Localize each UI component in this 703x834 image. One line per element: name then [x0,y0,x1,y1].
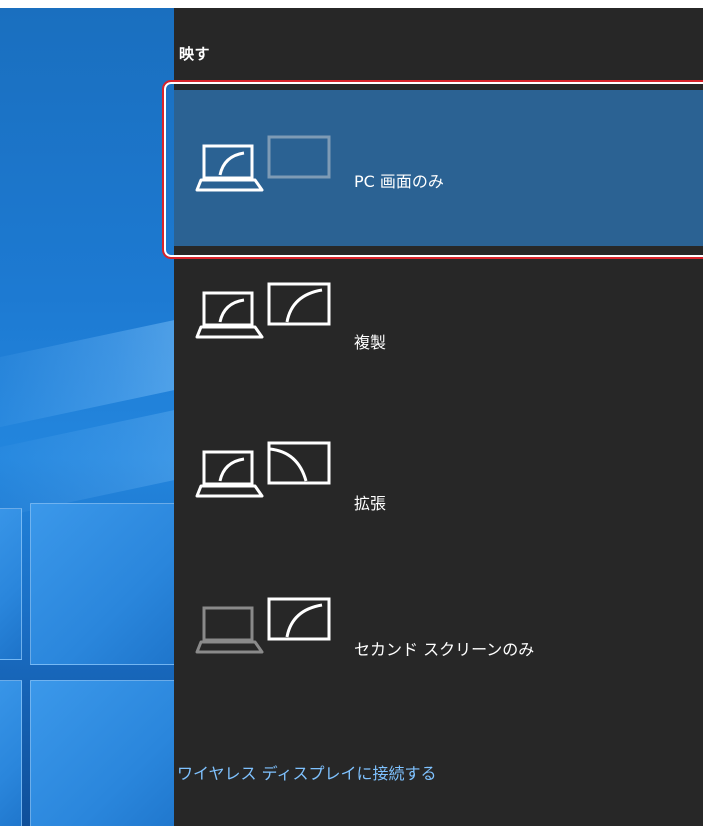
wallpaper-window-pane [30,503,174,665]
connect-wireless-display-link[interactable]: ワイヤレス ディスプレイに接続する [177,760,437,784]
extend-icon [195,441,331,498]
wallpaper-window-pane [0,680,22,826]
pc-screen-only-icon [195,135,331,192]
desktop-wallpaper [0,8,174,826]
option-extend[interactable]: 拡張 [174,410,703,566]
option-label: 複製 [354,333,387,352]
screen: 映す PC 画面のみ 複製 拡張 セカンド スクリーンのみ ワイヤレス ディスプ… [0,0,703,834]
option-label: 拡張 [354,494,387,513]
project-flyout: 映す PC 画面のみ 複製 拡張 セカンド スクリーンのみ ワイヤレス ディスプ… [174,8,703,826]
option-pc-screen-only[interactable]: PC 画面のみ [174,90,703,246]
option-label: セカンド スクリーンのみ [354,640,535,659]
second-screen-only-icon [195,597,331,654]
panel-title: 映す [179,45,211,63]
option-second-screen-only[interactable]: セカンド スクリーンのみ [174,560,703,716]
option-duplicate[interactable]: 複製 [174,251,703,407]
option-label: PC 画面のみ [354,172,444,191]
duplicate-icon [195,282,331,339]
wallpaper-window-pane [30,680,174,826]
wallpaper-window-pane [0,508,22,660]
